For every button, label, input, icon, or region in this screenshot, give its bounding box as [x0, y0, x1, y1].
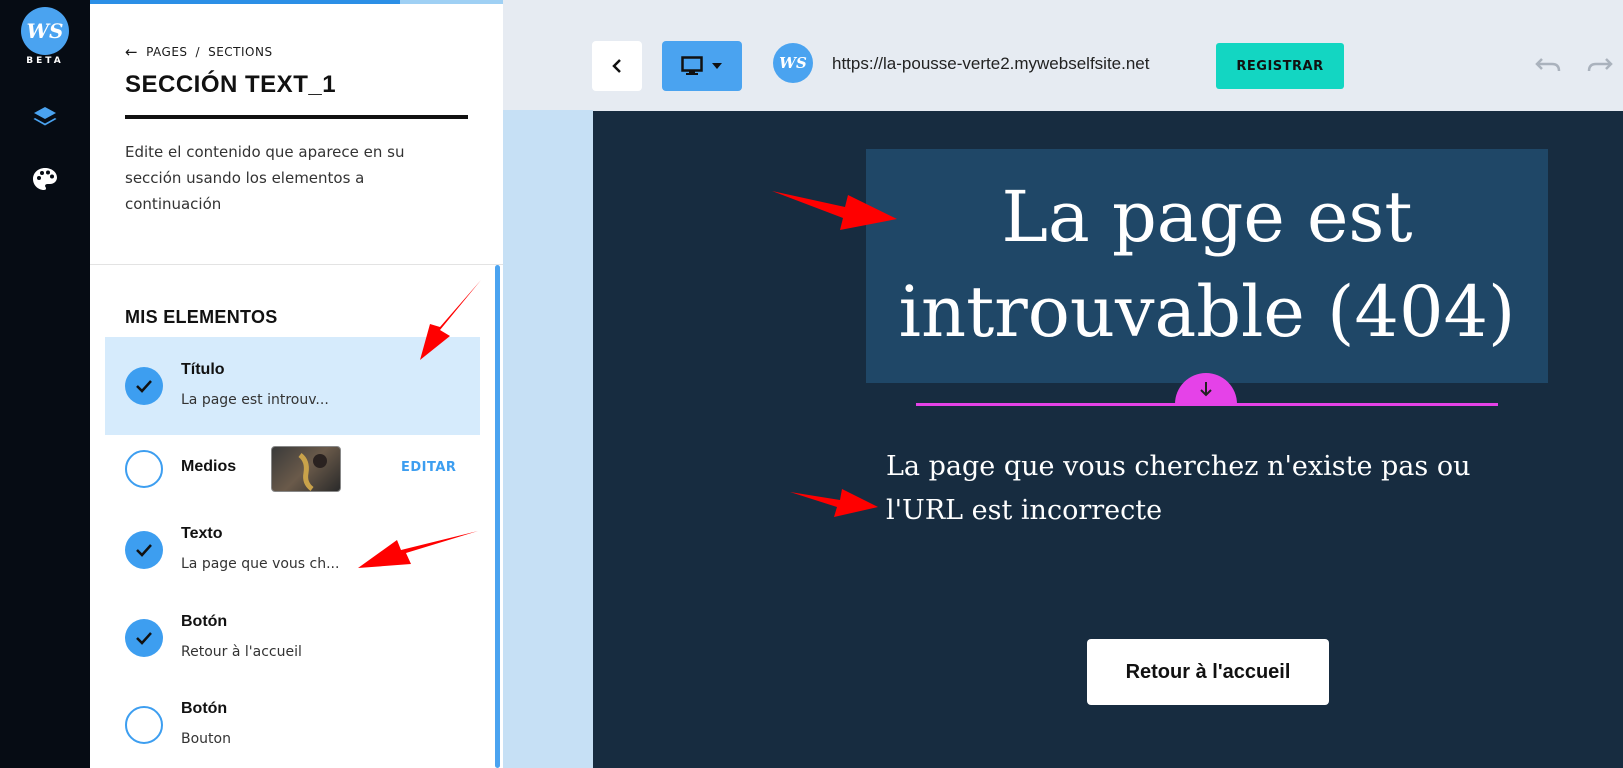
elements-heading: MIS ELEMENTOS	[125, 307, 278, 327]
checkbox-checked[interactable]	[125, 619, 163, 657]
element-name: Botón	[181, 700, 228, 717]
home-button[interactable]: Retour à l'accueil	[1087, 639, 1329, 705]
progress-bar	[90, 0, 503, 4]
undo-icon[interactable]	[1534, 52, 1562, 82]
section-description: Edite el contenido que aparece en su sec…	[125, 143, 405, 213]
element-preview: Retour à l'accueil	[181, 644, 302, 660]
redo-icon[interactable]	[1586, 52, 1614, 82]
element-name: Título	[181, 361, 225, 378]
title-underline	[125, 115, 468, 119]
device-selector[interactable]	[662, 41, 742, 91]
layers-icon[interactable]	[28, 100, 62, 134]
checkbox-unchecked[interactable]	[125, 450, 163, 488]
arrow-down-icon	[1200, 382, 1212, 397]
element-item-boton-1[interactable]: Botón Retour à l'accueil	[105, 609, 480, 707]
desktop-icon	[681, 56, 703, 75]
breadcrumb-pages[interactable]: PAGES	[146, 45, 187, 59]
media-thumbnail	[271, 446, 341, 492]
app-logo[interactable]: WS	[21, 7, 69, 55]
checkbox-unchecked[interactable]	[125, 706, 163, 744]
element-item-texto[interactable]: Texto La page que vous ch...	[105, 521, 480, 619]
arrow-left-icon[interactable]: ←	[125, 43, 138, 61]
section-title: SECCIÓN TEXT_1	[125, 71, 337, 98]
breadcrumb: ← PAGES / SECTIONS	[125, 43, 273, 61]
beta-label: BETA	[26, 56, 64, 66]
back-button[interactable]	[592, 41, 642, 91]
scrollbar[interactable]	[495, 265, 500, 768]
element-name: Texto	[181, 525, 223, 542]
check-icon	[136, 544, 152, 557]
preview-title[interactable]: La page est introuvable (404)	[866, 170, 1548, 360]
register-button[interactable]: REGISTRAR	[1216, 43, 1344, 89]
breadcrumb-sections[interactable]: SECTIONS	[208, 45, 273, 59]
checkbox-checked[interactable]	[125, 531, 163, 569]
divider	[90, 264, 503, 265]
section-editor-panel: ← PAGES / SECTIONS SECCIÓN TEXT_1 Edite …	[90, 0, 503, 768]
palette-icon[interactable]	[28, 162, 62, 196]
element-preview: La page est introuv...	[181, 392, 329, 408]
caret-down-icon	[712, 63, 722, 69]
element-preview: Bouton	[181, 731, 231, 747]
check-icon	[136, 380, 152, 393]
preview-gutter	[503, 110, 593, 768]
element-preview: La page que vous ch...	[181, 556, 340, 572]
element-name: Medios	[181, 458, 237, 475]
breadcrumb-separator: /	[195, 45, 201, 59]
preview-body-text[interactable]: La page que vous cherchez n'existe pas o…	[886, 445, 1546, 533]
site-url[interactable]: https://la-pousse-verte2.mywebselfsite.n…	[832, 54, 1149, 74]
element-item-boton-2[interactable]: Botón Bouton	[105, 696, 480, 768]
element-name: Botón	[181, 613, 228, 630]
check-icon	[136, 632, 152, 645]
site-logo: WS	[773, 43, 813, 83]
checkbox-checked[interactable]	[125, 367, 163, 405]
element-item-titulo[interactable]: Título La page est introuv...	[105, 337, 480, 435]
chevron-left-icon	[612, 59, 621, 73]
edit-media-button[interactable]: EDITAR	[401, 460, 456, 475]
left-rail: WS BETA	[0, 0, 90, 768]
